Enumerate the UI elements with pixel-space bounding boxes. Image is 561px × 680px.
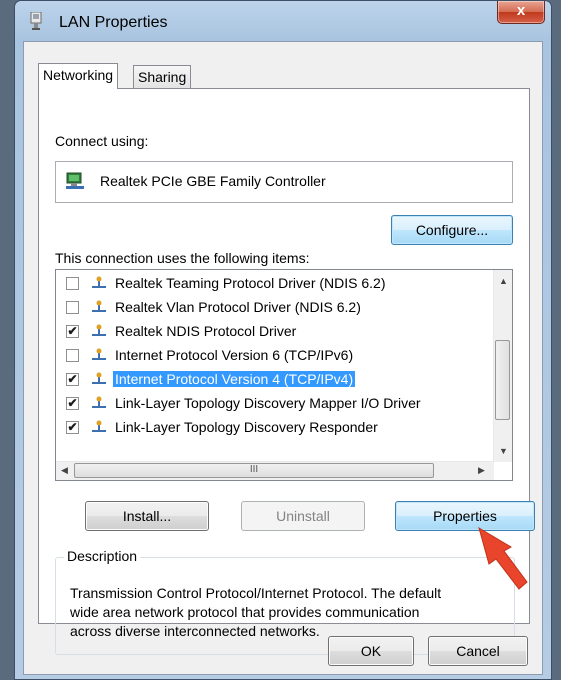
title-bar[interactable]: LAN Properties x	[15, 1, 551, 41]
properties-button[interactable]: Properties	[395, 501, 535, 531]
configure-button[interactable]: Configure...	[391, 215, 513, 245]
ok-button[interactable]: OK	[328, 636, 414, 666]
protocol-icon	[92, 324, 106, 336]
cancel-button[interactable]: Cancel	[428, 636, 528, 666]
tab-networking[interactable]: Networking	[38, 63, 119, 89]
description-text: Transmission Control Protocol/Internet P…	[70, 585, 442, 639]
item-checkbox[interactable]	[66, 301, 79, 314]
dialog-client-area: Networking Sharing Connect using: Realte…	[23, 41, 543, 675]
items-label: This connection uses the following items…	[55, 250, 310, 266]
connect-using-label: Connect using:	[55, 133, 149, 149]
network-card-icon	[66, 172, 84, 189]
vertical-scrollbar[interactable]: ▲ ▼	[493, 270, 512, 462]
scroll-left-icon[interactable]: ◀	[61, 465, 68, 476]
item-label: Link-Layer Topology Discovery Responder	[115, 419, 378, 435]
list-item[interactable]: Internet Protocol Version 6 (TCP/IPv6)	[56, 344, 486, 368]
adapter-name: Realtek PCIe GBE Family Controller	[100, 173, 326, 189]
item-checkbox[interactable]: ✔	[66, 373, 79, 386]
item-label: Internet Protocol Version 4 (TCP/IPv4)	[113, 371, 356, 387]
protocol-icon	[92, 372, 106, 384]
item-label: Realtek Vlan Protocol Driver (NDIS 6.2)	[115, 299, 361, 315]
protocol-icon	[92, 276, 106, 288]
protocol-icon	[92, 348, 106, 360]
list-item-selected[interactable]: ✔ Internet Protocol Version 4 (TCP/IPv4)	[56, 368, 486, 392]
item-label: Link-Layer Topology Discovery Mapper I/O…	[115, 395, 421, 411]
window-title: LAN Properties	[59, 14, 168, 31]
tab-sharing[interactable]: Sharing	[133, 65, 192, 89]
install-button[interactable]: Install...	[85, 501, 209, 531]
item-label: Realtek Teaming Protocol Driver (NDIS 6.…	[115, 275, 386, 291]
components-list[interactable]: Realtek Teaming Protocol Driver (NDIS 6.…	[55, 269, 513, 481]
vertical-scroll-thumb[interactable]	[495, 340, 510, 420]
scroll-up-icon[interactable]: ▲	[499, 276, 508, 286]
horizontal-scrollbar[interactable]: ◀ III ▶	[56, 461, 494, 480]
protocol-icon	[92, 396, 106, 408]
network-adapter-icon	[30, 12, 42, 30]
item-checkbox[interactable]: ✔	[66, 397, 79, 410]
list-item[interactable]: Realtek Vlan Protocol Driver (NDIS 6.2)	[56, 296, 486, 320]
item-checkbox[interactable]	[66, 349, 79, 362]
protocol-icon	[92, 420, 106, 432]
list-item[interactable]: ✔ Link-Layer Topology Discovery Responde…	[56, 416, 486, 440]
scroll-down-icon[interactable]: ▼	[499, 446, 508, 456]
item-checkbox[interactable]	[66, 277, 79, 290]
horizontal-scroll-thumb[interactable]: III	[74, 463, 434, 478]
list-item[interactable]: Realtek Teaming Protocol Driver (NDIS 6.…	[56, 272, 486, 296]
protocol-icon	[92, 300, 106, 312]
item-label: Realtek NDIS Protocol Driver	[115, 323, 297, 339]
adapter-field: Realtek PCIe GBE Family Controller	[55, 161, 513, 203]
description-legend: Description	[64, 548, 141, 564]
scroll-right-icon[interactable]: ▶	[478, 465, 485, 476]
item-checkbox[interactable]: ✔	[66, 421, 79, 434]
uninstall-button: Uninstall	[241, 501, 365, 531]
close-button[interactable]: x	[497, 1, 545, 24]
item-label: Internet Protocol Version 6 (TCP/IPv6)	[115, 347, 354, 363]
lan-properties-window: LAN Properties x Networking Sharing Conn…	[14, 0, 552, 680]
item-checkbox[interactable]: ✔	[66, 325, 79, 338]
list-item[interactable]: ✔ Realtek NDIS Protocol Driver	[56, 320, 486, 344]
networking-panel: Connect using: Realtek PCIe GBE Family C…	[38, 88, 535, 655]
list-item[interactable]: ✔ Link-Layer Topology Discovery Mapper I…	[56, 392, 486, 416]
